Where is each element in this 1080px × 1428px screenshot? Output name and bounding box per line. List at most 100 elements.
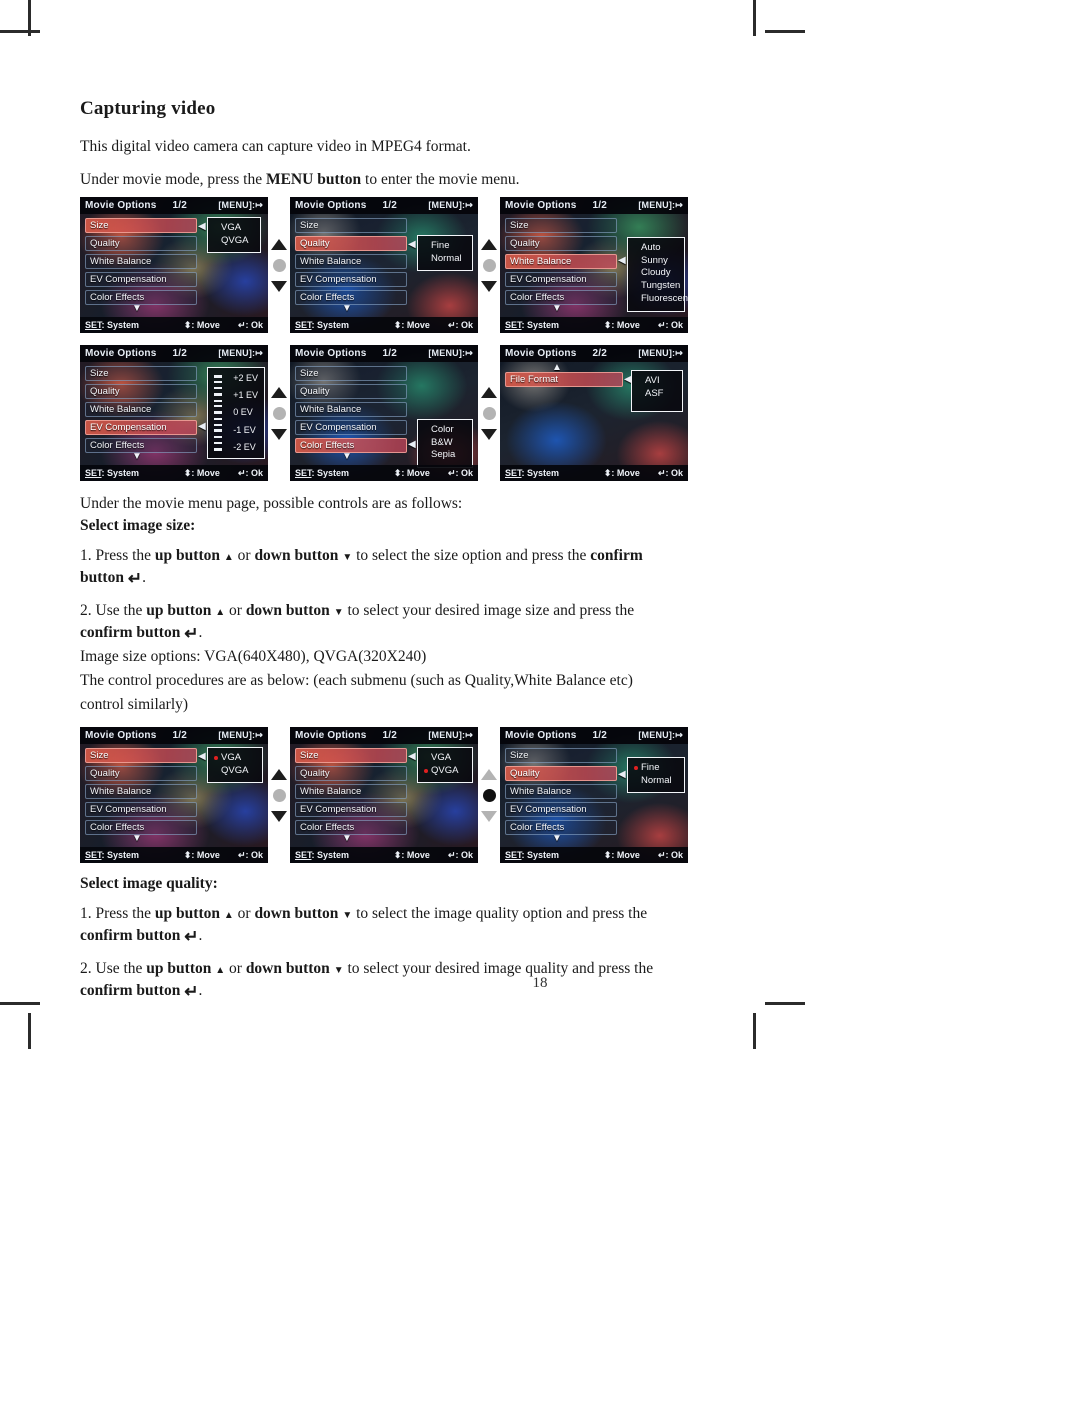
menu-item-ev-compensation[interactable]: EV Compensation — [85, 802, 197, 817]
menu-exit-icon: [MENU]:↦ — [218, 730, 263, 740]
submenu-option[interactable]: +2 EV — [226, 372, 258, 384]
up-button-label: up button — [154, 547, 220, 564]
menu-item-white-balance[interactable]: White Balance — [295, 254, 407, 269]
up-arrow-icon[interactable] — [481, 238, 497, 250]
submenu-option[interactable]: Color — [424, 424, 466, 437]
submenu-caret-icon: ◀ — [618, 769, 626, 780]
confirm-dot-icon[interactable] — [482, 406, 496, 420]
confirm-dot-icon[interactable] — [482, 788, 496, 802]
ev-scale-bars — [214, 372, 223, 453]
down-arrow-icon[interactable] — [271, 428, 287, 440]
submenu-option[interactable]: -2 EV — [226, 441, 258, 453]
menu-item-white-balance[interactable]: White Balance — [85, 402, 197, 417]
menu-item-size[interactable]: Size — [505, 748, 617, 763]
menu-item-size[interactable]: Size — [295, 748, 407, 763]
submenu-option[interactable]: Normal — [424, 253, 466, 266]
footer-ok-label: ↵: Ok — [657, 319, 683, 330]
submenu-option[interactable]: +1 EV — [226, 389, 258, 401]
menu-item-white-balance[interactable]: White Balance — [295, 402, 407, 417]
crop-mark-bottom-left-horizontal — [0, 1002, 40, 1005]
crop-mark-bottom-left-vertical — [28, 1013, 31, 1049]
qstep1-tail: to select the image quality option and p… — [352, 905, 648, 922]
menu-item-ev-compensation[interactable]: EV Compensation — [85, 420, 197, 435]
submenu-option[interactable]: VGA — [214, 222, 254, 235]
down-arrow-icon[interactable] — [481, 810, 497, 822]
lcd-title: Movie Options — [85, 200, 157, 211]
footer-move-label: ⬍: Move — [183, 319, 220, 330]
lcd-title: Movie Options — [295, 730, 367, 741]
lcd-header: Movie Options 1/2 [MENU]:↦ — [80, 197, 268, 214]
submenu-option[interactable]: Fluorescent — [634, 293, 688, 306]
submenu-option[interactable]: B&W — [424, 437, 466, 450]
submenu-option[interactable]: QVGA — [214, 235, 254, 248]
procedure-line-2: control similarly) — [80, 696, 189, 713]
menu-item-quality[interactable]: Quality — [85, 384, 197, 399]
menu-item-size[interactable]: Size — [295, 366, 407, 381]
menu-item-size[interactable]: Size — [85, 218, 197, 233]
image-size-step-2: 2. Use the up button or down button to s… — [80, 600, 720, 622]
submenu-option[interactable]: AVI — [638, 375, 676, 388]
submenu-option[interactable]: Tungsten — [634, 280, 680, 293]
up-arrow-icon[interactable] — [271, 386, 287, 398]
submenu-option[interactable]: Cloudy — [634, 267, 678, 280]
menu-item-size[interactable]: Size — [295, 218, 407, 233]
menu-item-file-format[interactable]: File Format — [505, 372, 623, 387]
menu-item-white-balance[interactable]: White Balance — [505, 784, 617, 799]
lcd-title: Movie Options — [85, 730, 157, 741]
menu-item-quality[interactable]: Quality — [85, 236, 197, 251]
submenu-option[interactable]: Auto — [634, 242, 678, 255]
image-quality-step-1-cont: confirm button ↵. — [80, 925, 720, 947]
menu-item-quality[interactable]: Quality — [505, 236, 617, 251]
confirm-dot-icon[interactable] — [272, 258, 286, 272]
menu-item-size[interactable]: Size — [85, 366, 197, 381]
down-arrow-icon[interactable] — [481, 280, 497, 292]
menu-item-size[interactable]: Size — [505, 218, 617, 233]
menu-item-white-balance[interactable]: White Balance — [85, 254, 197, 269]
confirm-dot-icon[interactable] — [482, 258, 496, 272]
menu-item-ev-compensation[interactable]: EV Compensation — [295, 272, 407, 287]
footer-ok-label: ↵: Ok — [237, 849, 263, 860]
down-arrow-icon[interactable] — [271, 280, 287, 292]
menu-item-quality[interactable]: Quality — [505, 766, 617, 781]
up-arrow-icon[interactable] — [481, 386, 497, 398]
up-arrow-icon[interactable] — [271, 768, 287, 780]
menu-item-ev-compensation[interactable]: EV Compensation — [295, 420, 407, 435]
menu-item-white-balance[interactable]: White Balance — [295, 784, 407, 799]
submenu-option[interactable]: -1 EV — [226, 424, 258, 436]
menu-item-quality[interactable]: Quality — [295, 384, 407, 399]
menu-item-quality[interactable]: Quality — [295, 236, 407, 251]
submenu-option-selected[interactable]: QVGA — [424, 765, 466, 778]
submenu-option-selected[interactable]: Fine — [634, 762, 678, 775]
down-arrow-icon[interactable] — [481, 428, 497, 440]
submenu-option[interactable]: 0 EV — [226, 406, 258, 418]
enter-key-icon: ↵ — [184, 927, 199, 946]
confirm-dot-icon[interactable] — [272, 406, 286, 420]
menu-item-ev-compensation[interactable]: EV Compensation — [85, 272, 197, 287]
submenu-option[interactable]: ASF — [638, 388, 676, 401]
menu-item-ev-compensation[interactable]: EV Compensation — [505, 802, 617, 817]
footer-set-label: SET: System — [295, 468, 350, 478]
lcd-page-indicator: 1/2 — [592, 200, 608, 211]
down-arrow-icon[interactable] — [271, 810, 287, 822]
menu-item-quality[interactable]: Quality — [295, 766, 407, 781]
lcd-screenshot-row-1: Movie Options 1/2 [MENU]:↦ Size Quality … — [80, 197, 720, 333]
submenu-option[interactable]: QVGA — [214, 765, 256, 778]
up-arrow-icon[interactable] — [271, 238, 287, 250]
menu-item-ev-compensation[interactable]: EV Compensation — [295, 802, 407, 817]
menu-item-white-balance[interactable]: White Balance — [505, 254, 617, 269]
confirm-dot-icon[interactable] — [272, 788, 286, 802]
submenu-option[interactable]: VGA — [424, 752, 466, 765]
menu-item-ev-compensation[interactable]: EV Compensation — [505, 272, 617, 287]
submenu-option[interactable]: Normal — [634, 775, 678, 788]
submenu-option-selected[interactable]: VGA — [214, 752, 256, 765]
menu-item-white-balance[interactable]: White Balance — [85, 784, 197, 799]
up-arrow-icon[interactable] — [481, 768, 497, 780]
submenu-popup-size: VGA QVGA — [417, 747, 473, 784]
submenu-option[interactable]: Fine — [424, 240, 466, 253]
crop-mark-top-right-vertical — [753, 0, 756, 36]
submenu-caret-icon: ◀ — [408, 239, 416, 250]
submenu-option[interactable]: Sunny — [634, 255, 678, 268]
menu-item-quality[interactable]: Quality — [85, 766, 197, 781]
submenu-option[interactable]: Sepia — [424, 449, 466, 462]
menu-item-size[interactable]: Size — [85, 748, 197, 763]
